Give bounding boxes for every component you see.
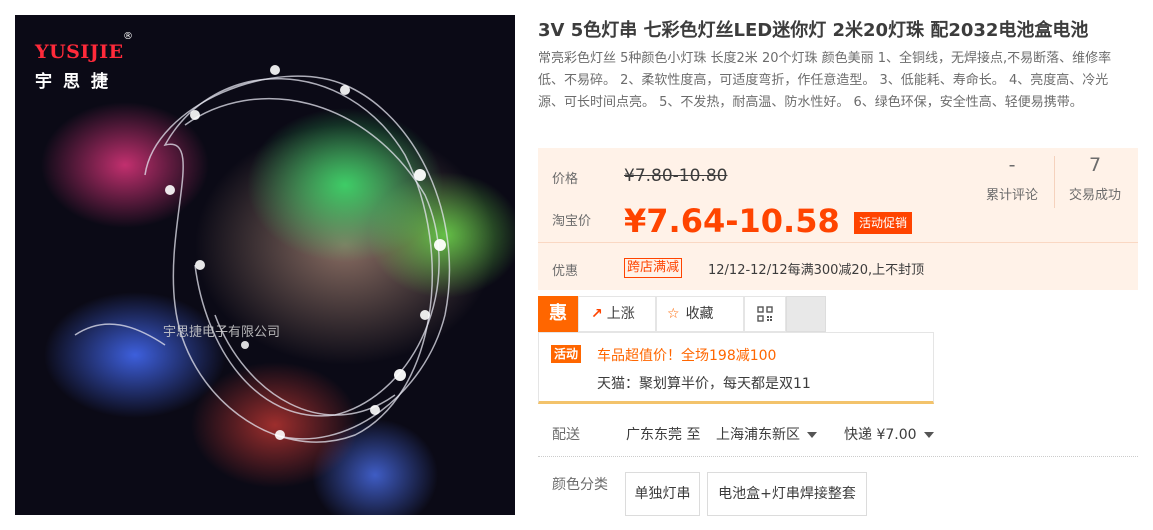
activity-panel: 活动 车品超值价！全场198减100 天猫：聚划算半价，每天都是双11	[538, 332, 934, 404]
reviews-label[interactable]: 累计评论	[972, 184, 1052, 203]
price-panel: 价格 ¥7.80-10.80 淘宝价 ¥7.64-10.58 活动促销 - 累计…	[538, 148, 1138, 290]
tab-hui[interactable]: 惠	[538, 296, 578, 332]
section-divider	[538, 456, 1138, 457]
arrow-up-right-icon: ↗	[591, 306, 603, 322]
shipping-method-select[interactable]: 快递 ¥7.00	[844, 424, 934, 444]
shipping-method-value: 快递 ¥7.00	[844, 427, 917, 443]
shipping-label: 配送	[552, 427, 580, 443]
currency-symbol: ¥	[624, 202, 647, 240]
chevron-down-icon	[923, 432, 934, 438]
activity-tmall-text: 天猫：聚划算半价，每天都是双11	[597, 376, 811, 392]
reviews-count[interactable]: -	[982, 154, 1042, 176]
color-option-single-string[interactable]: 单独灯串	[625, 472, 700, 516]
shipping-destination-select[interactable]: 上海浦东新区	[716, 424, 817, 444]
brand-logo-text: YUSIJIE	[35, 41, 124, 63]
shipping-from: 广东东莞 至	[626, 427, 701, 443]
promo-price-value: 7.64-10.58	[646, 202, 840, 240]
taobao-price-label: 淘宝价	[552, 214, 592, 229]
registered-mark: ®	[123, 31, 133, 42]
tab-blank	[786, 296, 826, 332]
color-option-full-set[interactable]: 电池盒+灯串焊接整套	[707, 472, 867, 516]
coupon-tag: 跨店满减	[624, 258, 683, 278]
company-watermark: 宇思捷电子有限公司	[163, 325, 281, 340]
tab-favorite-label: 收藏	[685, 306, 714, 322]
deals-count: 7	[1088, 154, 1102, 176]
promo-price: ¥7.64-10.58	[624, 202, 840, 240]
coupon-label: 优惠	[552, 264, 579, 279]
tab-favorite[interactable]: ☆ 收藏	[656, 296, 744, 332]
qr-code-icon	[757, 306, 773, 322]
activity-promo-link[interactable]: 车品超值价！全场198减100	[597, 345, 776, 365]
promo-badge: 活动促销	[854, 212, 913, 234]
shipping-destination-value: 上海浦东新区	[716, 427, 800, 443]
star-icon: ☆	[667, 306, 680, 322]
price-divider	[538, 242, 1138, 243]
activity-badge: 活动	[551, 345, 582, 363]
product-description: 常亮彩色灯丝 5种颜色小灯珠 长度2米 20个灯珠 颜色美丽 1、全铜线，无焊接…	[538, 51, 1112, 110]
deals-label: 交易成功	[1068, 188, 1121, 203]
product-title: 3V 5色灯串 七彩色灯丝LED迷你灯 2米20灯珠 配2032电池盒电池	[538, 20, 1089, 41]
tab-qr-code[interactable]	[744, 296, 786, 332]
product-main-image: YUSIJIE ® 宇思捷 宇思捷电子有限公司	[15, 15, 515, 515]
tab-price-rise-label: 上涨	[606, 306, 635, 322]
original-price: ¥7.80-10.80	[624, 166, 728, 186]
coupon-text: 12/12-12/12每满300减20,上不封顶	[708, 263, 925, 278]
tab-price-rise[interactable]: ↗ 上涨	[578, 296, 656, 332]
price-label: 价格	[552, 172, 579, 187]
chevron-down-icon	[807, 432, 817, 438]
brand-logo-cn: 宇思捷	[35, 72, 119, 92]
color-category-label: 颜色分类	[552, 477, 608, 493]
